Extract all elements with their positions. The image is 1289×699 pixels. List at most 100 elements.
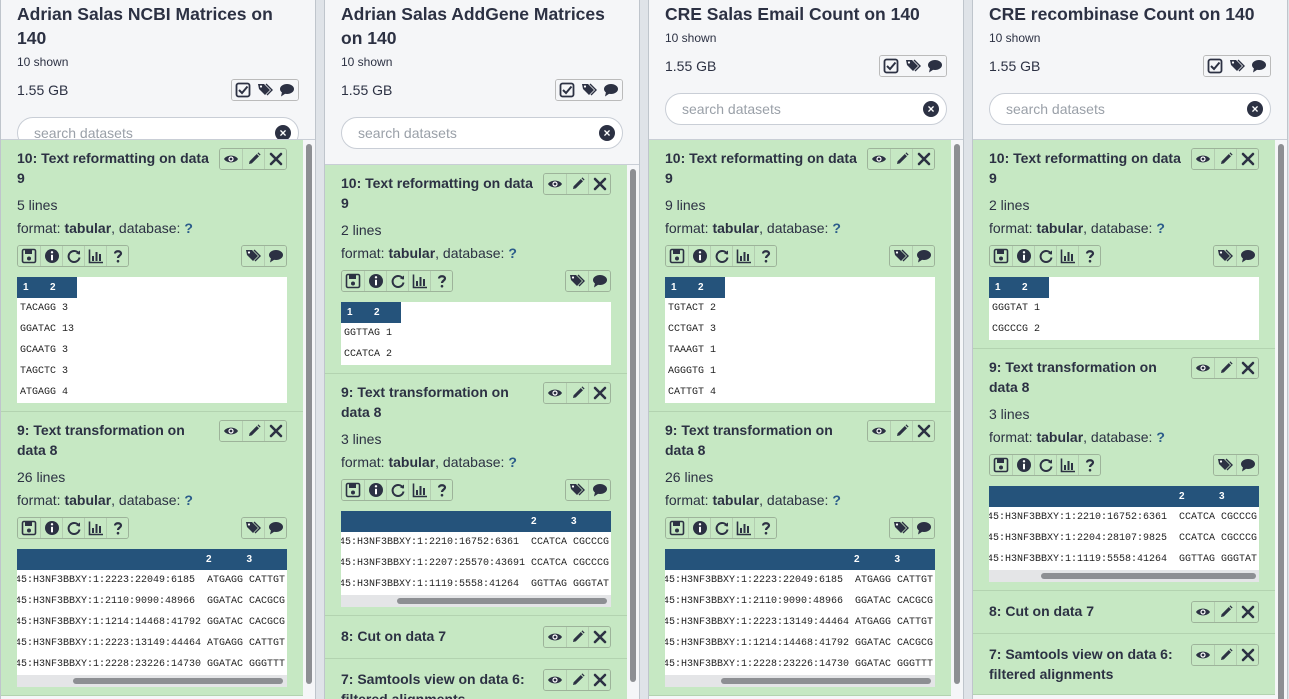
- list-scrollbar[interactable]: [953, 144, 961, 684]
- delete-button[interactable]: [588, 383, 610, 403]
- info-button[interactable]: [688, 518, 710, 538]
- download-button[interactable]: [18, 246, 40, 266]
- edit-annotation-button[interactable]: [600, 80, 622, 100]
- database-value[interactable]: ?: [832, 492, 841, 508]
- visualize-button[interactable]: [84, 518, 106, 538]
- dataset-tags-button[interactable]: [242, 246, 264, 266]
- download-button[interactable]: [342, 271, 364, 291]
- dataset-item-collapsed[interactable]: 7: Samtools view on data 6: filtered ali…: [325, 659, 627, 699]
- download-button[interactable]: [342, 480, 364, 500]
- visualize-button[interactable]: [408, 271, 430, 291]
- view-button[interactable]: [1192, 602, 1214, 622]
- search-input[interactable]: [341, 117, 623, 149]
- dataset-tags-button[interactable]: [1214, 455, 1236, 475]
- rerun-button[interactable]: [386, 271, 408, 291]
- edit-button[interactable]: [890, 421, 912, 441]
- delete-button[interactable]: [1236, 149, 1258, 169]
- history-title[interactable]: CRE recombinase Count on 140: [989, 1, 1271, 26]
- dataset-title[interactable]: 9: Text transformation on data 8: [341, 382, 537, 422]
- delete-button[interactable]: [1236, 358, 1258, 378]
- clear-search-icon[interactable]: ×: [923, 101, 939, 117]
- help-button[interactable]: [430, 271, 452, 291]
- edit-button[interactable]: [1214, 645, 1236, 665]
- dataset-annotation-button[interactable]: [1236, 455, 1258, 475]
- list-scrollbar[interactable]: [1277, 144, 1285, 699]
- database-value[interactable]: ?: [508, 245, 517, 261]
- info-button[interactable]: [40, 518, 62, 538]
- visualize-button[interactable]: [732, 246, 754, 266]
- rerun-button[interactable]: [62, 246, 84, 266]
- dataset-annotation-button[interactable]: [912, 246, 934, 266]
- select-items-button[interactable]: [1204, 56, 1226, 76]
- info-button[interactable]: [688, 246, 710, 266]
- dataset-title[interactable]: 10: Text reformatting on data 9: [341, 173, 537, 213]
- dataset-title[interactable]: 7: Samtools view on data 6: filtered ali…: [341, 669, 537, 699]
- help-button[interactable]: [430, 480, 452, 500]
- rerun-button[interactable]: [710, 518, 732, 538]
- history-title[interactable]: Adrian Salas NCBI Matrices on 140: [17, 1, 299, 50]
- info-button[interactable]: [40, 246, 62, 266]
- download-button[interactable]: [990, 246, 1012, 266]
- edit-tags-button[interactable]: [1226, 56, 1248, 76]
- select-items-button[interactable]: [556, 80, 578, 100]
- edit-tags-button[interactable]: [254, 80, 276, 100]
- database-value[interactable]: ?: [184, 492, 193, 508]
- info-button[interactable]: [1012, 455, 1034, 475]
- dataset-tags-button[interactable]: [890, 518, 912, 538]
- delete-button[interactable]: [1236, 645, 1258, 665]
- dataset-item-collapsed[interactable]: 8: Cut on data 7: [973, 591, 1275, 634]
- edit-button[interactable]: [1214, 602, 1236, 622]
- list-scrollbar[interactable]: [305, 144, 313, 684]
- help-button[interactable]: [754, 246, 776, 266]
- view-button[interactable]: [868, 149, 890, 169]
- dataset-annotation-button[interactable]: [264, 246, 286, 266]
- edit-button[interactable]: [890, 149, 912, 169]
- search-input[interactable]: [665, 93, 947, 125]
- dataset-item-collapsed[interactable]: 8: Cut on data 7: [325, 616, 627, 659]
- visualize-button[interactable]: [84, 246, 106, 266]
- view-button[interactable]: [1192, 358, 1214, 378]
- help-button[interactable]: [106, 246, 128, 266]
- edit-tags-button[interactable]: [902, 56, 924, 76]
- dataset-title[interactable]: 7: Samtools view on data 6: filtered ali…: [989, 644, 1185, 684]
- peek-scrollbar[interactable]: [341, 595, 611, 607]
- database-value[interactable]: ?: [184, 220, 193, 236]
- delete-button[interactable]: [264, 149, 286, 169]
- rerun-button[interactable]: [710, 246, 732, 266]
- edit-button[interactable]: [566, 627, 588, 647]
- select-items-button[interactable]: [880, 56, 902, 76]
- info-button[interactable]: [364, 271, 386, 291]
- view-button[interactable]: [544, 627, 566, 647]
- edit-annotation-button[interactable]: [924, 56, 946, 76]
- rerun-button[interactable]: [1034, 246, 1056, 266]
- dataset-title[interactable]: 8: Cut on data 7: [341, 626, 446, 646]
- rerun-button[interactable]: [62, 518, 84, 538]
- clear-search-icon[interactable]: ×: [1247, 101, 1263, 117]
- dataset-title[interactable]: 9: Text transformation on data 8: [17, 420, 213, 460]
- download-button[interactable]: [666, 246, 688, 266]
- edit-annotation-button[interactable]: [276, 80, 298, 100]
- select-items-button[interactable]: [232, 80, 254, 100]
- edit-tags-button[interactable]: [578, 80, 600, 100]
- view-button[interactable]: [220, 149, 242, 169]
- database-value[interactable]: ?: [832, 220, 841, 236]
- delete-button[interactable]: [588, 627, 610, 647]
- rerun-button[interactable]: [386, 480, 408, 500]
- peek-scrollbar[interactable]: [665, 675, 935, 687]
- view-button[interactable]: [1192, 149, 1214, 169]
- dataset-annotation-button[interactable]: [588, 480, 610, 500]
- delete-button[interactable]: [912, 149, 934, 169]
- visualize-button[interactable]: [732, 518, 754, 538]
- visualize-button[interactable]: [1056, 246, 1078, 266]
- delete-button[interactable]: [912, 421, 934, 441]
- dataset-annotation-button[interactable]: [912, 518, 934, 538]
- dataset-tags-button[interactable]: [890, 246, 912, 266]
- dataset-tags-button[interactable]: [242, 518, 264, 538]
- view-button[interactable]: [220, 421, 242, 441]
- help-button[interactable]: [1078, 455, 1100, 475]
- download-button[interactable]: [18, 518, 40, 538]
- edit-button[interactable]: [566, 383, 588, 403]
- view-button[interactable]: [868, 421, 890, 441]
- edit-annotation-button[interactable]: [1248, 56, 1270, 76]
- dataset-annotation-button[interactable]: [1236, 246, 1258, 266]
